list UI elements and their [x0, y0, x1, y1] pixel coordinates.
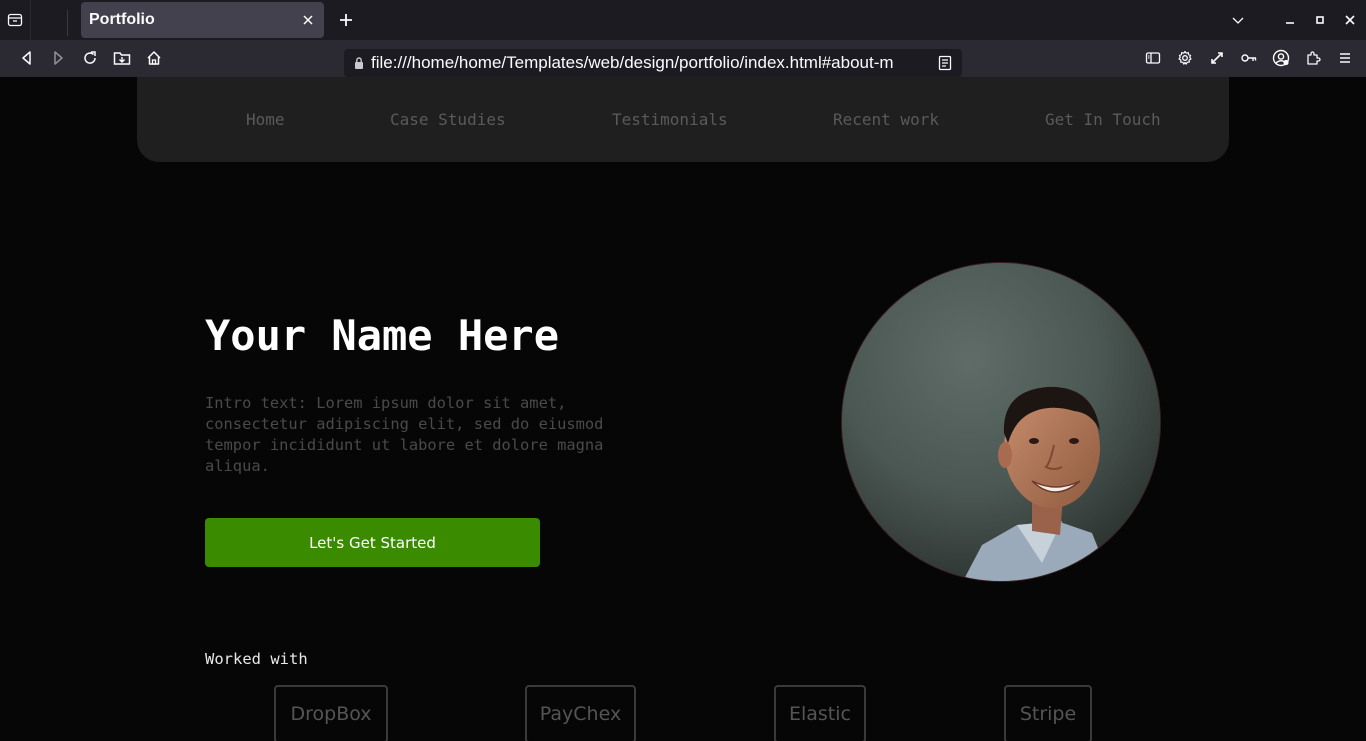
tab-separator	[67, 10, 68, 36]
account-icon[interactable]	[1266, 43, 1296, 73]
tab-list-icon[interactable]	[0, 0, 30, 40]
window-controls	[1223, 0, 1366, 40]
nav-link-home[interactable]: Home	[246, 110, 285, 129]
page-content: Home Case Studies Testimonials Recent wo…	[0, 77, 1366, 741]
menu-icon[interactable]	[1330, 43, 1360, 73]
reload-icon[interactable]	[75, 43, 105, 73]
company-logo-paychex: PayChex	[525, 685, 636, 741]
forward-icon[interactable]	[43, 43, 73, 73]
pinned-tab[interactable]	[31, 0, 67, 40]
nav-link-get-in-touch[interactable]: Get In Touch	[1045, 110, 1161, 129]
gear-icon[interactable]	[1170, 43, 1200, 73]
url-text[interactable]: file:///home/home/Templates/web/design/p…	[371, 53, 894, 73]
key-icon[interactable]	[1234, 43, 1264, 73]
reader-view-icon[interactable]	[932, 50, 958, 76]
home-icon[interactable]	[139, 43, 169, 73]
chevron-down-icon[interactable]	[1223, 5, 1253, 35]
hero-name: Your Name Here	[205, 311, 560, 360]
reader-sidebar-icon[interactable]	[1138, 43, 1168, 73]
worked-with-heading: Worked with	[205, 650, 308, 668]
minimize-icon[interactable]	[1275, 5, 1305, 35]
nav-link-testimonials[interactable]: Testimonials	[612, 110, 728, 129]
person-portrait-illustration	[842, 263, 1160, 581]
site-navigation: Home Case Studies Testimonials Recent wo…	[137, 77, 1229, 162]
nav-link-recent-work[interactable]: Recent work	[833, 110, 939, 129]
intro-text: Intro text: Lorem ipsum dolor sit amet, …	[205, 394, 604, 475]
close-tab-icon[interactable]	[294, 6, 322, 34]
fullscreen-icon[interactable]	[1202, 43, 1232, 73]
company-logo-elastic: Elastic	[774, 685, 866, 741]
browser-tab-bar: Portfolio	[0, 0, 1366, 40]
lock-icon[interactable]	[353, 55, 365, 71]
active-tab[interactable]: Portfolio	[81, 2, 324, 38]
company-logo-stripe: Stripe	[1004, 685, 1092, 741]
company-logo-dropbox: DropBox	[274, 685, 388, 741]
close-window-icon[interactable]	[1335, 5, 1365, 35]
save-to-pocket-icon[interactable]	[107, 43, 137, 73]
maximize-icon[interactable]	[1305, 5, 1335, 35]
back-icon[interactable]	[12, 43, 42, 73]
nav-link-case-studies[interactable]: Case Studies	[390, 110, 506, 129]
new-tab-icon[interactable]	[332, 5, 360, 35]
get-started-button[interactable]: Let's Get Started	[205, 518, 540, 567]
extensions-icon[interactable]	[1298, 43, 1328, 73]
url-bar[interactable]: file:///home/home/Templates/web/design/p…	[344, 49, 962, 77]
profile-photo	[841, 262, 1161, 582]
tab-title: Portfolio	[89, 11, 155, 28]
